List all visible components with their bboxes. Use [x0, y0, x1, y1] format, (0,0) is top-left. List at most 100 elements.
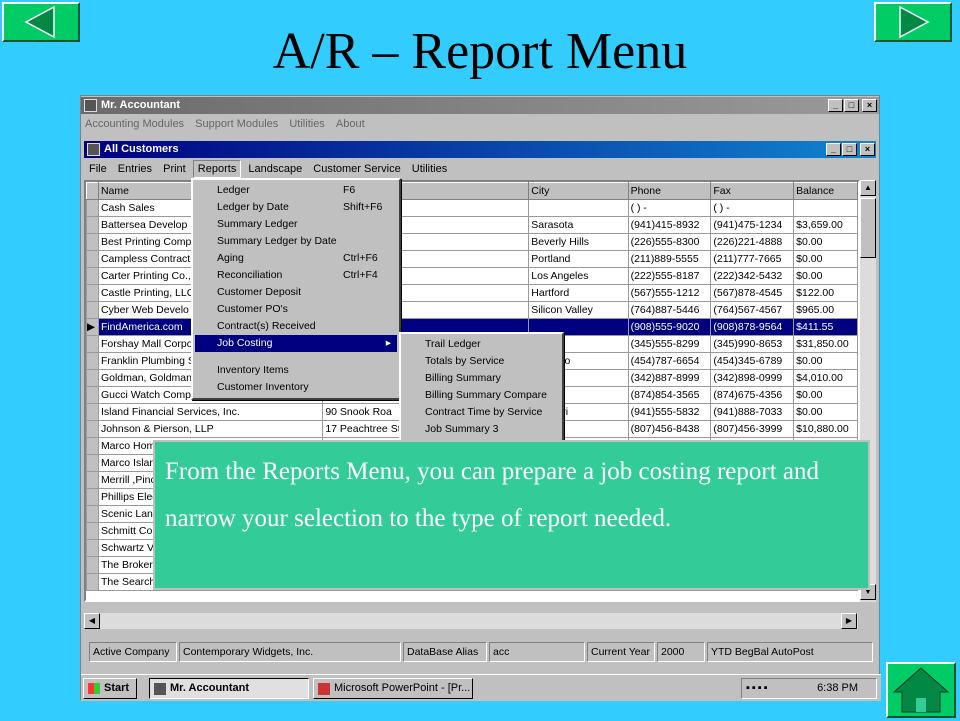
- table-cell[interactable]: Sarasota: [528, 216, 629, 234]
- table-cell[interactable]: $411.55: [793, 318, 858, 336]
- menu-file[interactable]: File: [85, 160, 111, 178]
- table-cell[interactable]: (807)456-8438: [627, 420, 712, 438]
- scroll-up-button[interactable]: ▲: [860, 180, 876, 196]
- table-cell[interactable]: (222)555-8187: [627, 267, 712, 285]
- table-cell[interactable]: (764)567-4567: [710, 301, 795, 319]
- table-cell[interactable]: Beverly Hills: [528, 233, 629, 251]
- row-indicator[interactable]: [86, 369, 99, 387]
- menu-customer-service[interactable]: Customer Service: [309, 160, 404, 178]
- tray-icons[interactable]: ▪▪▪▪: [746, 679, 814, 698]
- table-cell[interactable]: ( ) -: [627, 199, 712, 217]
- row-indicator[interactable]: [86, 505, 99, 523]
- table-cell[interactable]: Portland: [528, 250, 629, 268]
- row-indicator[interactable]: [86, 301, 99, 319]
- table-cell[interactable]: (874)854-3565: [627, 386, 712, 404]
- table-cell[interactable]: (211)889-5555: [627, 250, 712, 268]
- table-cell[interactable]: (941)888-7033: [710, 403, 795, 421]
- table-cell[interactable]: (345)555-8299: [627, 335, 712, 353]
- reports-menu-item[interactable]: Customer Deposit: [195, 284, 397, 301]
- menu-support-modules[interactable]: Support Modules: [191, 115, 282, 133]
- table-cell[interactable]: (567)555-1212: [627, 284, 712, 302]
- task-powerpoint[interactable]: Microsoft PowerPoint - [Pr...: [313, 678, 473, 699]
- table-cell[interactable]: (567)878-4545: [710, 284, 795, 302]
- table-cell[interactable]: $0.00: [793, 250, 858, 268]
- table-cell[interactable]: [528, 199, 629, 217]
- child-close-button[interactable]: ×: [860, 143, 875, 156]
- table-cell[interactable]: (211)777-7665: [710, 250, 795, 268]
- table-cell[interactable]: $122.00: [793, 284, 858, 302]
- column-header[interactable]: Balance: [793, 182, 858, 200]
- reports-menu-item[interactable]: Job Costing ▸: [195, 335, 397, 352]
- child-restore-button[interactable]: □: [842, 143, 857, 156]
- row-indicator[interactable]: [86, 573, 99, 591]
- row-indicator[interactable]: [86, 250, 99, 268]
- table-cell[interactable]: Island Financial Services, Inc.: [97, 403, 324, 421]
- row-indicator[interactable]: [86, 437, 99, 455]
- menu-accounting-modules[interactable]: Accounting Modules: [81, 115, 188, 133]
- table-cell[interactable]: $0.00: [793, 352, 858, 370]
- table-cell[interactable]: $0.00: [793, 233, 858, 251]
- table-cell[interactable]: $10,880.00: [793, 420, 858, 438]
- table-cell[interactable]: (342)898-0999: [710, 369, 795, 387]
- table-cell[interactable]: Los Angeles: [528, 267, 629, 285]
- table-cell[interactable]: (908)555-9020: [627, 318, 712, 336]
- previous-slide-button[interactable]: [2, 2, 80, 42]
- minimize-button[interactable]: _: [828, 99, 843, 112]
- menu-landscape[interactable]: Landscape: [244, 160, 306, 178]
- scroll-left-button[interactable]: ◀: [84, 613, 100, 629]
- column-header[interactable]: [86, 182, 99, 200]
- row-indicator[interactable]: [86, 539, 99, 557]
- table-cell[interactable]: (222)342-5432: [710, 267, 795, 285]
- menu-reports[interactable]: Reports: [192, 160, 242, 178]
- row-indicator[interactable]: [86, 386, 99, 404]
- table-cell[interactable]: $0.00: [793, 267, 858, 285]
- row-indicator[interactable]: [86, 216, 99, 234]
- job-costing-menu-item[interactable]: Job Summary 3: [403, 421, 560, 438]
- reports-menu-item[interactable]: Contract(s) Received: [195, 318, 397, 335]
- table-cell[interactable]: (764)887-5446: [627, 301, 712, 319]
- close-button[interactable]: ×: [862, 99, 877, 112]
- table-cell[interactable]: (941)415-8932: [627, 216, 712, 234]
- row-indicator[interactable]: [86, 199, 99, 217]
- table-cell[interactable]: $31,850.00: [793, 335, 858, 353]
- row-indicator[interactable]: [86, 556, 99, 574]
- size-grip[interactable]: [858, 613, 874, 629]
- table-cell[interactable]: (874)675-4356: [710, 386, 795, 404]
- table-cell[interactable]: $965.00: [793, 301, 858, 319]
- horizontal-scrollbar[interactable]: ◀ ▶: [84, 613, 874, 629]
- reports-menu-item[interactable]: Aging Ctrl+F6: [195, 250, 397, 267]
- row-indicator[interactable]: ▶: [86, 318, 99, 336]
- task-mr-accountant[interactable]: Mr. Accountant: [149, 678, 309, 699]
- row-indicator[interactable]: [86, 522, 99, 540]
- reports-menu-item[interactable]: Summary Ledger: [195, 216, 397, 233]
- table-cell[interactable]: Johnson & Pierson, LLP: [97, 420, 324, 438]
- table-cell[interactable]: (454)345-6789: [710, 352, 795, 370]
- table-cell[interactable]: Hartford: [528, 284, 629, 302]
- table-cell[interactable]: (454)787-6654: [627, 352, 712, 370]
- table-cell[interactable]: $4,010.00: [793, 369, 858, 387]
- row-indicator[interactable]: [86, 284, 99, 302]
- menu-about[interactable]: About: [332, 115, 369, 133]
- table-cell[interactable]: (807)456-3999: [710, 420, 795, 438]
- reports-menu-item[interactable]: Ledger F6: [195, 182, 397, 199]
- reports-menu-item[interactable]: Inventory Items: [195, 362, 397, 379]
- table-cell[interactable]: (345)990-8653: [710, 335, 795, 353]
- scroll-right-button[interactable]: ▶: [841, 613, 857, 629]
- table-cell[interactable]: (226)555-8300: [627, 233, 712, 251]
- table-cell[interactable]: (941)475-1234: [710, 216, 795, 234]
- scroll-thumb[interactable]: [860, 198, 876, 258]
- restore-button[interactable]: □: [844, 99, 859, 112]
- row-indicator[interactable]: [86, 352, 99, 370]
- row-indicator[interactable]: [86, 420, 99, 438]
- table-cell[interactable]: ( ) -: [710, 199, 795, 217]
- table-cell[interactable]: (342)887-8999: [627, 369, 712, 387]
- reports-menu-item[interactable]: Summary Ledger by Date: [195, 233, 397, 250]
- table-cell[interactable]: [793, 199, 858, 217]
- menu-utilities[interactable]: Utilities: [285, 115, 328, 133]
- job-costing-menu-item[interactable]: Billing Summary Compare: [403, 387, 560, 404]
- column-header[interactable]: Fax: [710, 182, 795, 200]
- table-cell[interactable]: (908)878-9564: [710, 318, 795, 336]
- home-slide-button[interactable]: [886, 662, 956, 718]
- row-indicator[interactable]: [86, 233, 99, 251]
- menu-utilities-child[interactable]: Utilities: [408, 160, 451, 178]
